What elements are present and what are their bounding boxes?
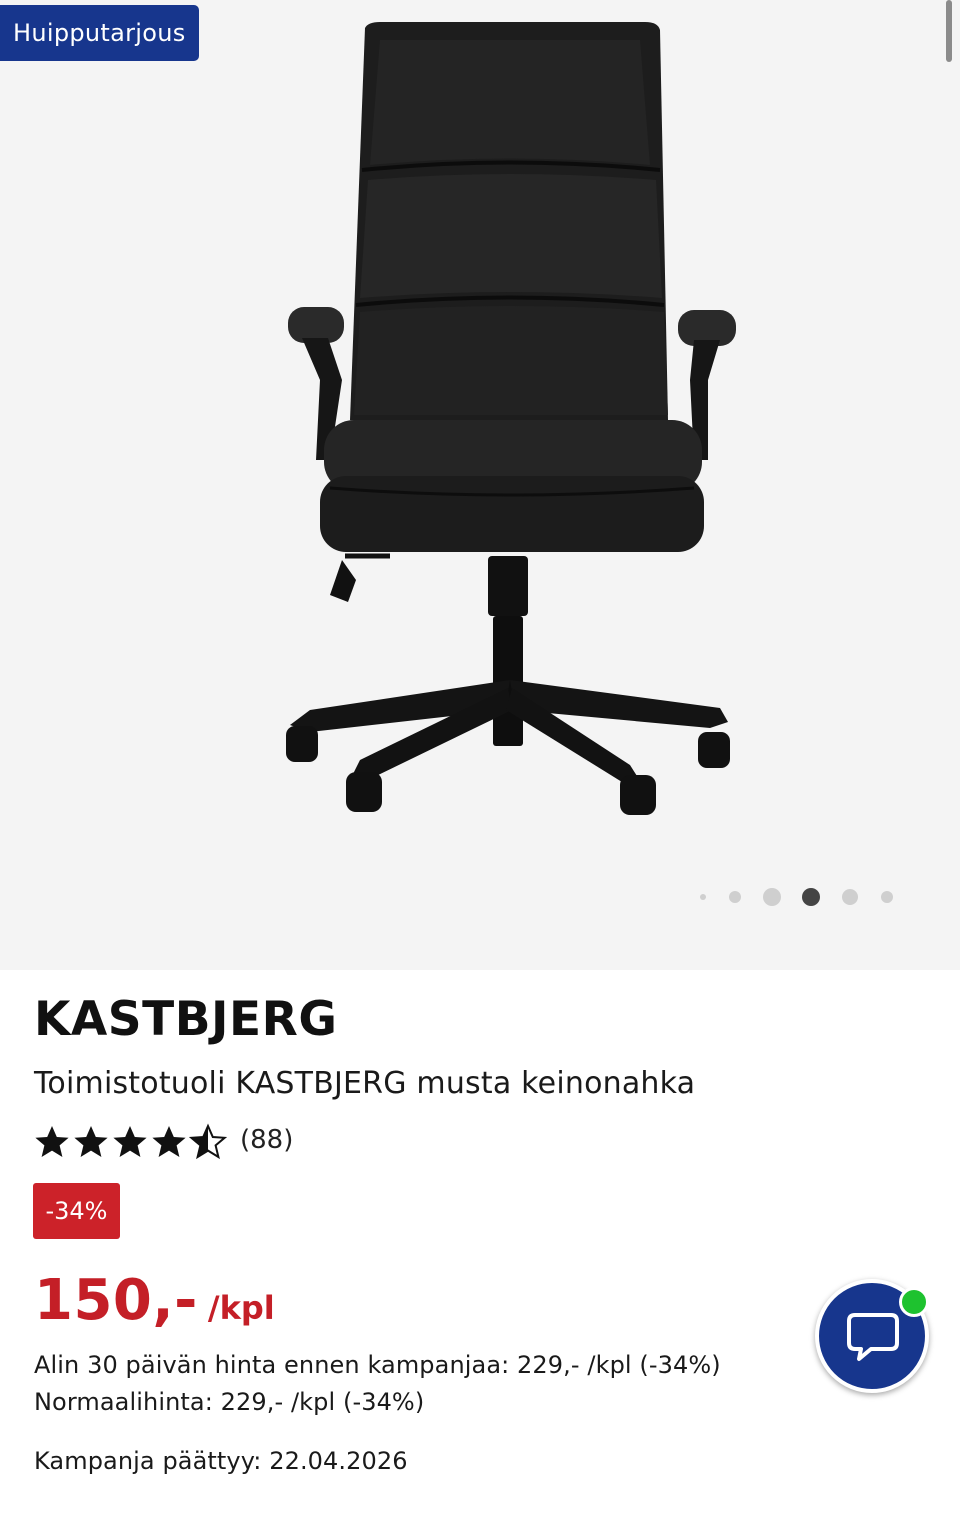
office-chair-image <box>286 22 736 815</box>
rating-stars-icon <box>35 1125 226 1158</box>
online-status-indicator <box>899 1287 929 1317</box>
campaign-end-note: Kampanja päättyy: 22.04.2026 <box>34 1447 408 1475</box>
price-value: 150,- <box>34 1268 198 1333</box>
product-subtitle: Toimistotuoli KASTBJERG musta keinonahka <box>34 1066 696 1101</box>
chat-bubble-icon <box>847 1313 899 1361</box>
gallery-dot-5[interactable] <box>842 889 858 905</box>
gallery-dot-4-active[interactable] <box>802 888 820 906</box>
rating-count[interactable]: (88) <box>240 1123 293 1157</box>
price-row: 150,-/kpl <box>34 1268 275 1338</box>
gallery-dot-6[interactable] <box>881 891 893 903</box>
lowest-price-note: Alin 30 päivän hinta ennen kampanjaa: 22… <box>34 1351 721 1379</box>
price-unit: /kpl <box>207 1289 275 1327</box>
gallery-dot-1[interactable] <box>700 894 706 900</box>
product-brand-title: KASTBJERG <box>34 992 338 1047</box>
gallery-dot-2[interactable] <box>729 891 741 903</box>
normal-price-note: Normaalihinta: 229,- /kpl (-34%) <box>34 1388 425 1416</box>
discount-badge: -34% <box>33 1183 120 1239</box>
gallery-dot-3[interactable] <box>763 888 781 906</box>
scrollbar[interactable] <box>946 0 952 62</box>
product-image-gallery[interactable]: Huipputarjous <box>0 0 960 970</box>
promo-badge: Huipputarjous <box>0 5 199 61</box>
